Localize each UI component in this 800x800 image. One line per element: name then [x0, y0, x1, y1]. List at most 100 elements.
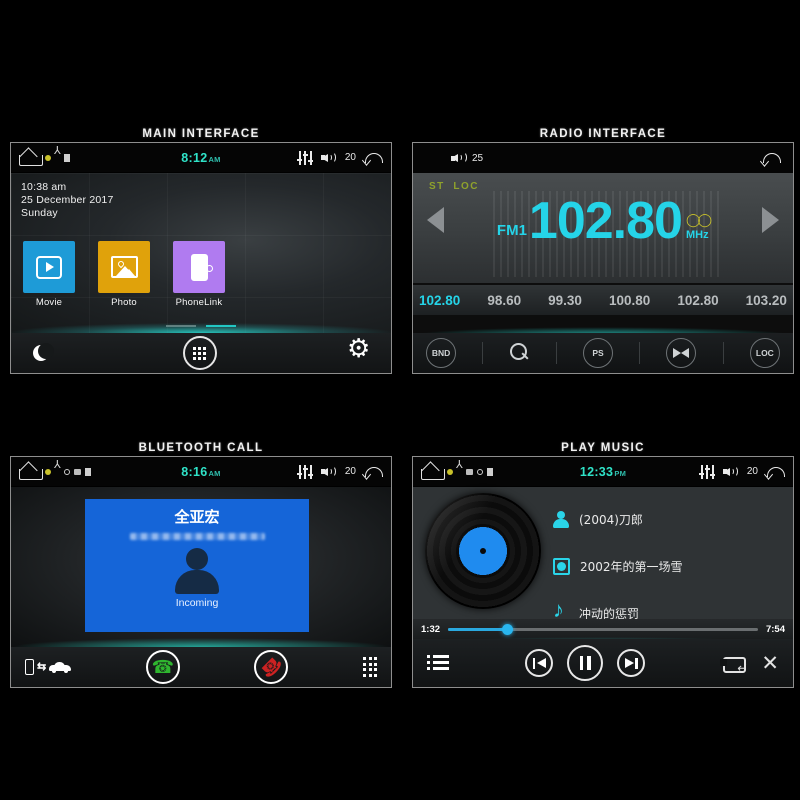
- app-label-photo: Photo: [111, 297, 137, 308]
- bluetooth-icon: [456, 460, 463, 476]
- home-icon[interactable]: [19, 151, 43, 166]
- equalizer-icon[interactable]: [297, 150, 314, 165]
- status-right-main: 20: [297, 150, 383, 165]
- metadata-row-artist: (2004)刀郎: [553, 501, 783, 537]
- answer-call-button[interactable]: ☎: [145, 650, 180, 684]
- home-icon[interactable]: [421, 465, 445, 480]
- home-time: 10:38 am: [21, 181, 67, 193]
- panel-title-main: MAIN INTERFACE: [142, 128, 260, 140]
- status-dot-icon: [45, 154, 51, 161]
- signal-icon: [85, 467, 91, 476]
- page-dot-1[interactable]: [166, 325, 196, 327]
- equalizer-icon[interactable]: [699, 464, 716, 479]
- dock-separator: [722, 342, 724, 364]
- bluetooth-dock-glow: [11, 638, 391, 647]
- volume-level-music: 20: [746, 466, 758, 477]
- album-name: 2002年的第一场雪: [580, 559, 683, 574]
- app-tile-photo[interactable]: [98, 241, 150, 293]
- sd-card-icon: [466, 468, 473, 475]
- status-left-bluetooth: [19, 460, 91, 480]
- status-left-radio: 25: [451, 151, 483, 165]
- loc-button[interactable]: LOC: [749, 338, 780, 368]
- moon-icon[interactable]: ✦: [33, 342, 54, 362]
- previous-track-button[interactable]: [525, 649, 554, 677]
- status-right-music: 20: [699, 464, 785, 479]
- clock-music: 12:33PM: [579, 464, 627, 479]
- speaker-icon[interactable]: [722, 465, 740, 479]
- app-tile-movie[interactable]: [23, 241, 75, 293]
- stereo-icon: ◯◯: [685, 212, 712, 227]
- car-icon: [49, 661, 72, 673]
- shuffle-button[interactable]: ✕: [761, 653, 779, 674]
- speaker-icon[interactable]: [451, 151, 468, 165]
- screen-play-music: 12:33PM 20 (2004)刀郎: [412, 456, 794, 688]
- seek-bar[interactable]: [448, 623, 758, 635]
- repeat-button[interactable]: ↵: [720, 655, 747, 674]
- preset-1[interactable]: 98.60: [487, 293, 521, 308]
- app-label-movie: Movie: [35, 297, 63, 308]
- product-feature-collage: MAIN INTERFACE 8:12AM 20: [0, 0, 800, 800]
- preset-3[interactable]: 100.80: [609, 293, 650, 308]
- back-arrow-icon[interactable]: [363, 465, 383, 479]
- home-date: 25 December 2017: [21, 194, 114, 206]
- artist-icon: [553, 510, 569, 528]
- app-photo[interactable]: Photo: [98, 241, 150, 308]
- back-arrow-icon[interactable]: [761, 151, 781, 165]
- screen-bluetooth-call: 8:16AM 20 全亚宏 Incoming: [10, 456, 392, 688]
- search-button[interactable]: [509, 343, 530, 363]
- status-dot-icon: [447, 468, 453, 475]
- radio-indicators: ST LOC: [429, 181, 479, 192]
- transport-controls: [525, 645, 646, 681]
- incoming-call-card: 全亚宏 Incoming: [85, 499, 309, 632]
- frequency-unit: MHz: [685, 229, 709, 241]
- page-dot-2[interactable]: [206, 325, 236, 327]
- end-call-button[interactable]: ☎: [254, 650, 289, 684]
- app-phonelink[interactable]: PhoneLink: [173, 241, 225, 308]
- dock-music: ↵ ✕: [413, 639, 793, 687]
- radio-body: ST LOC FM1 102.80 ◯◯ MHz 102.80 98.60 99…: [413, 173, 793, 373]
- app-tile-phonelink[interactable]: [173, 241, 225, 293]
- play-pause-button[interactable]: [567, 645, 604, 681]
- preset-2[interactable]: 99.30: [548, 293, 582, 308]
- sd-card-icon: [74, 468, 81, 475]
- panel-grid: MAIN INTERFACE 8:12AM 20: [0, 0, 800, 800]
- panel-bluetooth-call: BLUETOOTH CALL 8:16AM: [10, 440, 392, 688]
- app-label-phonelink: PhoneLink: [175, 297, 223, 308]
- metadata-row-album: 2002年的第一场雪: [553, 548, 783, 584]
- main-home-body: 10:38 am 25 December 2017 Sunday Movie P…: [11, 173, 391, 333]
- dock-separator: [555, 342, 557, 364]
- page-indicator[interactable]: [11, 325, 391, 327]
- band-button[interactable]: BND: [426, 338, 457, 368]
- app-movie[interactable]: Movie: [23, 241, 75, 308]
- grid-dots-icon: [193, 346, 206, 360]
- equalizer-icon[interactable]: [297, 464, 314, 479]
- preset-5[interactable]: 103.20: [746, 293, 787, 308]
- keypad-button[interactable]: [363, 657, 377, 677]
- preset-scan-button[interactable]: PS: [582, 338, 613, 368]
- audio-transfer-button[interactable]: ⇆: [25, 659, 72, 675]
- frequency-row: FM1 102.80 ◯◯ MHz: [413, 195, 793, 247]
- call-state-label: Incoming: [175, 597, 219, 609]
- dock-radio: BND PS LOC: [413, 333, 793, 373]
- volume-level-bluetooth: 20: [344, 466, 356, 477]
- bluetooth-call-body: 全亚宏 Incoming: [11, 487, 391, 647]
- screen-main-interface: 8:12AM 20 10:38 am 25 December 2017 Sund…: [10, 142, 392, 374]
- playlist-button[interactable]: [427, 655, 449, 671]
- phone-device-icon: [25, 659, 34, 675]
- speaker-icon[interactable]: [320, 465, 338, 479]
- contact-avatar-icon: [171, 548, 223, 594]
- preset-4[interactable]: 102.80: [677, 293, 718, 308]
- gear-icon[interactable]: [347, 335, 370, 363]
- status-dot-icon: [45, 468, 51, 475]
- signal-icon: [487, 467, 493, 476]
- clock-main: 8:12AM: [181, 150, 221, 165]
- home-icon[interactable]: [19, 465, 43, 480]
- all-apps-button[interactable]: [182, 336, 217, 370]
- af-button[interactable]: [666, 338, 697, 368]
- next-track-button[interactable]: [617, 649, 646, 677]
- status-right-bluetooth: 20: [297, 464, 383, 479]
- seek-bar-handle[interactable]: [501, 623, 513, 635]
- speaker-icon[interactable]: [320, 151, 338, 165]
- back-arrow-icon[interactable]: [363, 151, 383, 165]
- back-arrow-icon[interactable]: [765, 465, 785, 479]
